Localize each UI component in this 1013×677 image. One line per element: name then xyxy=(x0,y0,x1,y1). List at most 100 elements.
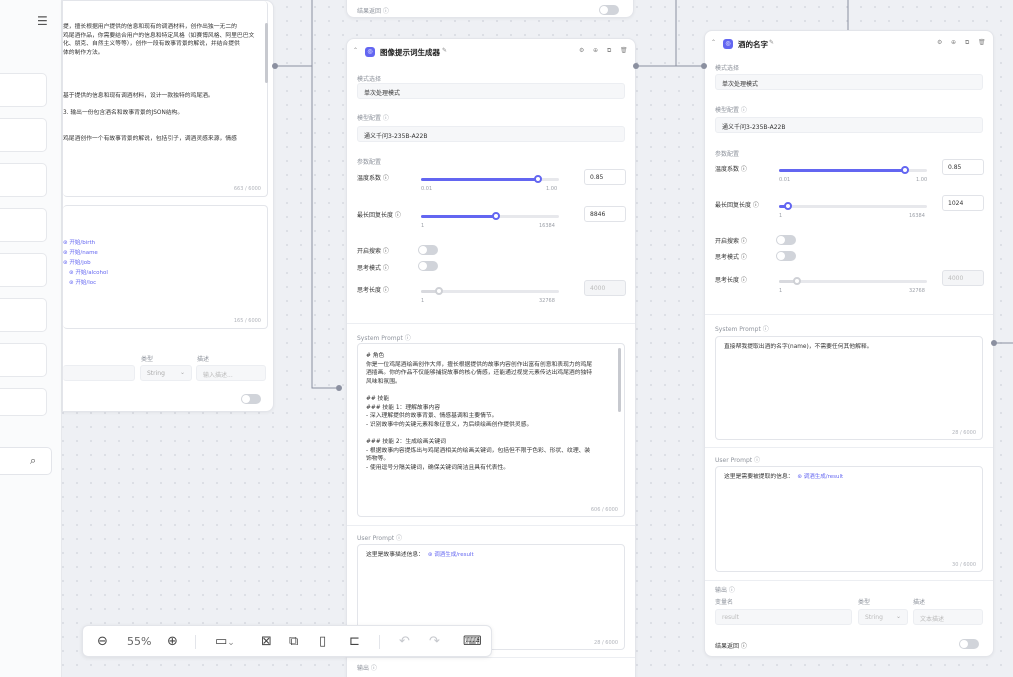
edit-icon[interactable]: ✎ xyxy=(769,39,774,46)
right-output-port[interactable] xyxy=(991,340,997,346)
plus-circle-icon[interactable]: ⊕ xyxy=(951,39,956,46)
system-scrollbar[interactable] xyxy=(618,348,621,412)
mode-select[interactable]: 单次处理模式 xyxy=(357,83,625,99)
right-input-port[interactable] xyxy=(701,63,707,69)
think-len-input[interactable]: 4000 xyxy=(942,270,984,286)
toolbar-divider xyxy=(195,635,196,649)
grid-layout-icon[interactable]: ▯ xyxy=(319,633,326,651)
trash-icon[interactable]: 🗑 xyxy=(978,39,986,46)
zoom-out-icon[interactable]: ⊖ xyxy=(97,633,108,651)
left-output-port[interactable] xyxy=(272,63,278,69)
trash-icon[interactable]: 🗑 xyxy=(620,47,628,54)
think-len-knob[interactable] xyxy=(435,287,443,295)
image-prompt-node[interactable]: ⌃ ◎ 图像提示词生成器 ✎ ⚙ ⊕ ⧉ 🗑 模式选择 单次处理模式 模型配置 … xyxy=(346,38,636,677)
keyboard-icon[interactable]: ⌨ xyxy=(463,633,482,651)
left-prompt-area[interactable]: 提，擅长根据用户提供的信息和现有的调酒材料，创作出独一无二的 鸡尾酒作品，你需要… xyxy=(63,1,268,197)
variable-chip[interactable]: ⊛ 开始/job xyxy=(63,258,108,268)
zoom-in-icon[interactable]: ⊕ xyxy=(167,633,178,651)
wine-name-node[interactable]: ⌃ ◎ 酒的名字 ✎ ⚙ ⊕ ⧉ 🗑 模式选择 单次处理模式 模型配置 ⓘ 通义… xyxy=(704,30,994,657)
output-desc-input[interactable]: 文本描述 xyxy=(913,609,983,625)
system-counter: 606 / 6000 xyxy=(590,507,618,513)
max-tokens-slider[interactable] xyxy=(779,205,927,208)
mode-select[interactable]: 单次处理模式 xyxy=(715,74,983,90)
sidebar-item[interactable] xyxy=(0,208,47,242)
variable-chip[interactable]: ⊛ 开始/alcohol xyxy=(63,268,108,278)
sidebar-item[interactable] xyxy=(0,163,47,197)
temperature-knob[interactable] xyxy=(901,166,909,174)
edit-icon[interactable]: ✎ xyxy=(442,47,447,54)
upper-node-strip: 结果返回 ⓘ xyxy=(346,0,634,18)
left-name-input[interactable] xyxy=(63,365,135,381)
max-tokens-input[interactable]: 1024 xyxy=(942,195,984,211)
temperature-input[interactable]: 0.85 xyxy=(942,159,984,175)
left-prompt-text: 提，擅长根据用户提供的信息和现有的调酒材料，创作出独一无二的 鸡尾酒作品，你需要… xyxy=(63,24,255,142)
redo-icon[interactable]: ↷ xyxy=(429,633,440,651)
align-icon[interactable]: ⊏ xyxy=(349,633,360,651)
type-select[interactable]: String ⌄ xyxy=(140,365,192,381)
plus-circle-icon[interactable]: ⊕ xyxy=(593,47,598,54)
temperature-label: 温度系数 ⓘ xyxy=(715,166,747,173)
output-var-input[interactable]: result xyxy=(715,609,852,625)
desc-header: 描述 xyxy=(197,356,210,363)
think-len-slider[interactable] xyxy=(779,280,927,283)
left-var-area[interactable]: ⊛ 开始/birth ⊛ 开始/name ⊛ 开始/job ⊛ 开始/alcohol ⊛… xyxy=(63,205,268,329)
sidebar-item[interactable] xyxy=(0,388,47,416)
temperature-knob[interactable] xyxy=(534,175,542,183)
sidebar-item[interactable] xyxy=(0,298,47,332)
temperature-label: 温度系数 ⓘ xyxy=(357,175,389,182)
search-box[interactable]: ⌕ xyxy=(0,447,52,475)
output-type-select[interactable]: String ⌄ xyxy=(858,609,908,625)
auto-layout-icon[interactable]: ⧉ xyxy=(289,633,298,651)
display-mode-icon[interactable]: ▭⌄ xyxy=(215,633,235,652)
sidebar-item[interactable] xyxy=(0,73,47,107)
think-mode-toggle[interactable] xyxy=(776,251,796,261)
temperature-max: 1.00 xyxy=(916,177,928,183)
max-tokens-knob[interactable] xyxy=(492,212,500,220)
web-search-toggle[interactable] xyxy=(418,245,438,255)
upper-result-toggle[interactable] xyxy=(599,5,619,15)
web-search-label: 开启搜索 ⓘ xyxy=(357,248,389,255)
system-prompt-input[interactable]: 直接帮我提取出酒的名字(name)，不需要任何其他解释。 28 / 6000 xyxy=(715,336,983,440)
search-icon[interactable]: ⌕ xyxy=(30,454,36,468)
user-prompt-input[interactable]: 这里是需要被提取的信息： ⊛ 调酒生成/result 30 / 6000 xyxy=(715,466,983,572)
gear-icon[interactable]: ⚙ xyxy=(579,47,584,54)
system-prompt-input[interactable]: # 角色 你是一位鸡尾酒绘画创作大师，擅长根据提供的故事内容创作出富有创意和表现… xyxy=(357,343,625,517)
mode-label: 模式选择 xyxy=(715,65,740,72)
variable-chip[interactable]: ⊛ 开始/name xyxy=(63,248,108,258)
desc-input[interactable]: 输入描述... xyxy=(196,365,266,381)
middle-input-port[interactable] xyxy=(336,385,342,391)
divider xyxy=(705,447,993,448)
fit-view-icon[interactable]: ⊠ xyxy=(261,633,272,651)
left-result-toggle[interactable] xyxy=(241,394,261,404)
model-select[interactable]: 通义千问3-235B-A22B xyxy=(715,117,983,133)
model-select[interactable]: 通义千问3-235B-A22B xyxy=(357,126,625,142)
chevron-up-icon[interactable]: ⌃ xyxy=(353,47,358,54)
max-tokens-max: 16384 xyxy=(909,213,925,219)
variable-chip-list: ⊛ 开始/birth ⊛ 开始/name ⊛ 开始/job ⊛ 开始/alcohol ⊛… xyxy=(63,238,108,288)
temperature-input[interactable]: 0.85 xyxy=(584,169,626,185)
menu-icon[interactable]: ☰ xyxy=(37,14,48,28)
sidebar-item[interactable] xyxy=(0,343,47,377)
middle-output-port[interactable] xyxy=(633,63,639,69)
left-scrollbar[interactable] xyxy=(265,23,268,83)
max-tokens-knob[interactable] xyxy=(784,202,792,210)
chevron-up-icon[interactable]: ⌃ xyxy=(711,39,716,46)
variable-chip[interactable]: ⊛ 调酒生成/result xyxy=(426,551,476,560)
variable-chip[interactable]: ⊛ 调酒生成/result xyxy=(795,473,845,482)
max-tokens-input[interactable]: 8846 xyxy=(584,206,626,222)
copy-icon[interactable]: ⧉ xyxy=(965,39,969,47)
gear-icon[interactable]: ⚙ xyxy=(937,39,942,46)
left-llm-node[interactable]: 提，擅长根据用户提供的信息和现有的调酒材料，创作出独一无二的 鸡尾酒作品，你需要… xyxy=(62,0,274,412)
variable-chip[interactable]: ⊛ 开始/loc xyxy=(63,278,108,288)
think-len-knob[interactable] xyxy=(793,277,801,285)
web-search-toggle[interactable] xyxy=(776,235,796,245)
variable-chip[interactable]: ⊛ 开始/birth xyxy=(63,238,108,248)
think-mode-toggle[interactable] xyxy=(418,261,438,271)
think-len-min: 1 xyxy=(421,298,425,304)
undo-icon[interactable]: ↶ xyxy=(399,633,410,651)
sidebar-item[interactable] xyxy=(0,253,47,287)
result-toggle[interactable] xyxy=(959,639,979,649)
think-len-input[interactable]: 4000 xyxy=(584,280,626,296)
copy-icon[interactable]: ⧉ xyxy=(607,47,611,55)
sidebar-item[interactable] xyxy=(0,118,47,152)
